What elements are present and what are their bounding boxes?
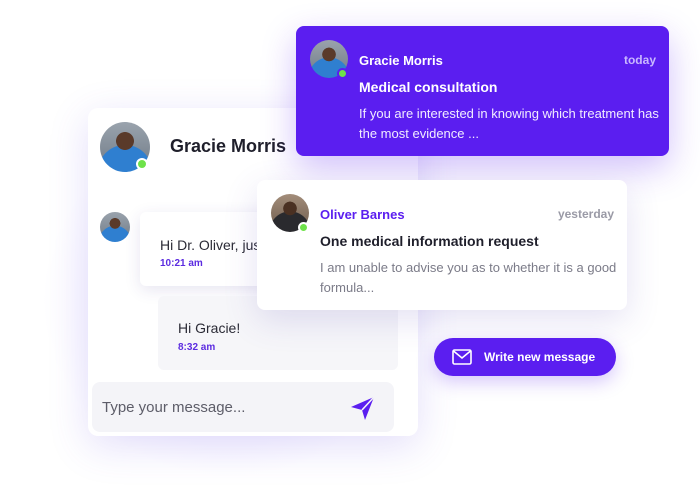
message-text: Hi Gracie! (178, 320, 241, 336)
notification-sender: Oliver Barnes (320, 207, 405, 222)
message-text: Hi Dr. Oliver, just (160, 237, 265, 253)
notification-sender: Gracie Morris (359, 53, 443, 68)
message-time: 8:32 am (178, 342, 216, 353)
notification-body: If you are interested in knowing which t… (359, 106, 659, 141)
message-time: 10:21 am (160, 258, 203, 269)
notification-body: I am unable to advise you as to whether … (320, 260, 617, 295)
online-status-dot (136, 158, 148, 170)
notification-time: yesterday (557, 207, 614, 221)
chat-contact-name: Gracie Morris (170, 136, 287, 156)
notification-card-gracie[interactable]: Gracie Morris today Medical consultation… (296, 26, 669, 156)
message-composer (92, 382, 394, 432)
message-avatar (100, 212, 130, 242)
notification-title: One medical information request (320, 233, 539, 249)
notification-card-oliver[interactable]: Oliver Barnes yesterday One medical info… (257, 180, 627, 310)
send-icon[interactable] (348, 394, 376, 422)
online-status-dot (337, 68, 348, 79)
notification-title: Medical consultation (359, 79, 498, 95)
message-input[interactable] (102, 382, 332, 432)
online-status-dot (298, 222, 309, 233)
write-new-message-label: Write new message (484, 350, 596, 364)
notification-time: today (623, 53, 656, 67)
write-new-message-button[interactable]: Write new message (434, 338, 616, 376)
mail-icon (452, 349, 472, 365)
